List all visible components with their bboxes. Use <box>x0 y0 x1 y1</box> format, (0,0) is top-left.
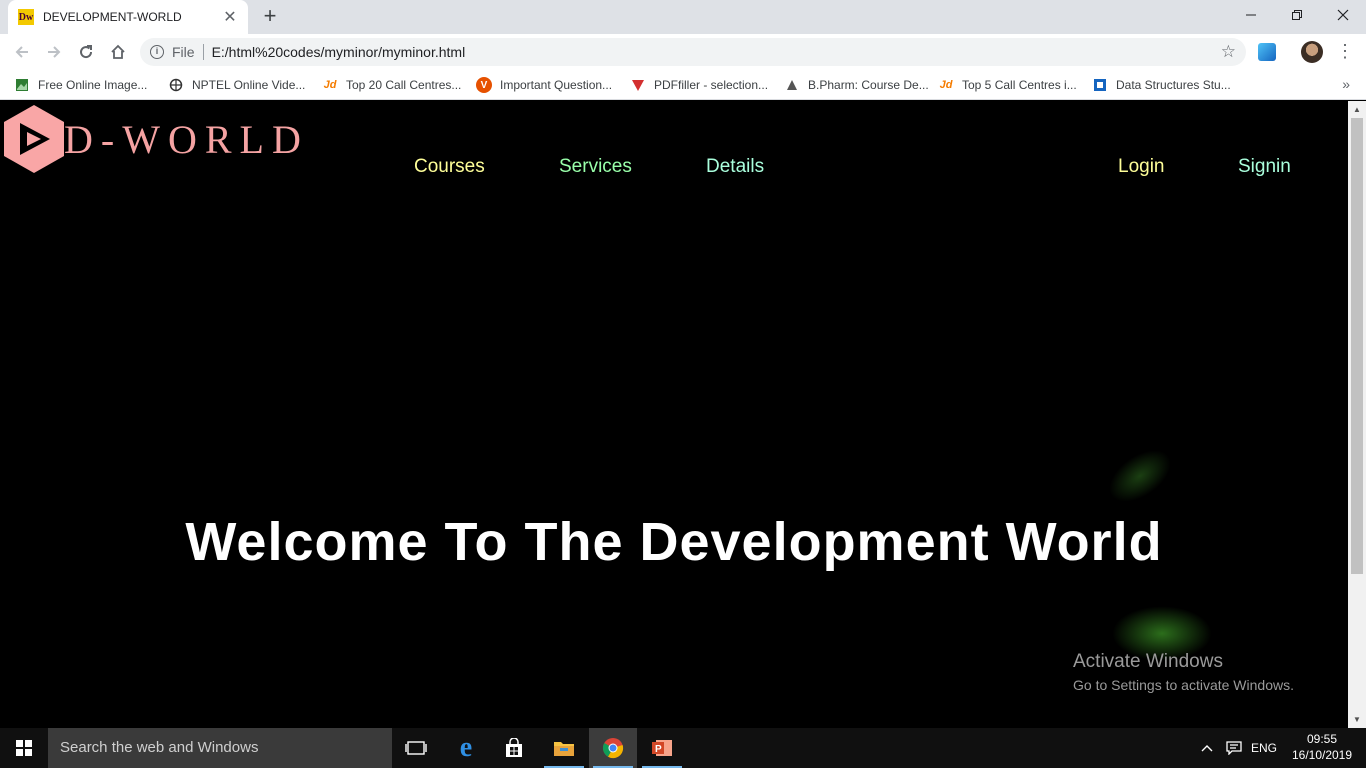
bookmark-label: Important Question... <box>500 78 613 92</box>
page-viewport: D-WORLD Courses Services Details Login S… <box>0 101 1366 728</box>
scrollbar-thumb[interactable] <box>1351 118 1363 574</box>
bookmark-item[interactable]: Data Structures Stu... <box>1092 76 1231 94</box>
bookmark-star-icon[interactable]: ☆ <box>1221 42 1236 62</box>
close-window-icon[interactable] <box>1320 0 1366 30</box>
scroll-down-arrow-icon[interactable]: ▼ <box>1348 711 1366 728</box>
windows-taskbar: Search the web and Windows e P ENG 09:55… <box>0 728 1366 768</box>
extension-icon[interactable] <box>1258 43 1276 61</box>
nav-services-link[interactable]: Services <box>559 156 632 178</box>
taskbar-search-box[interactable]: Search the web and Windows <box>48 728 392 768</box>
menu-kebab-icon[interactable]: ⋮ <box>1336 42 1354 60</box>
bookmark-label: NPTEL Online Vide... <box>192 78 306 92</box>
bookmark-label: PDFfiller - selection... <box>654 78 769 92</box>
login-link[interactable]: Login <box>1118 156 1165 178</box>
nav-courses-link[interactable]: Courses <box>414 156 485 178</box>
address-bar[interactable]: i File E:/html%20codes/myminor/myminor.h… <box>140 38 1246 66</box>
action-center-icon[interactable] <box>1226 728 1242 768</box>
site-info-icon[interactable]: i <box>150 45 164 59</box>
site-logo[interactable]: D-WORLD <box>4 105 309 173</box>
bookmark-item[interactable]: PDFfiller - selection... <box>630 76 768 94</box>
bookmark-item[interactable]: NPTEL Online Vide... <box>168 76 305 94</box>
url-scheme-label: File <box>172 44 195 60</box>
bookmark-label: Free Online Image... <box>38 78 148 92</box>
nptel-icon <box>168 77 184 93</box>
background-glow <box>1099 439 1181 513</box>
v-icon: V <box>476 77 492 93</box>
activate-windows-watermark: Activate Windows Go to Settings to activ… <box>1073 651 1294 693</box>
store-icon[interactable] <box>490 728 538 768</box>
reload-icon[interactable] <box>73 39 99 65</box>
back-arrow-icon[interactable] <box>9 39 35 65</box>
bookmark-item[interactable]: Jd Top 20 Call Centres... <box>322 76 462 94</box>
show-hidden-icons-icon[interactable] <box>1200 728 1214 768</box>
hero-heading: Welcome To The Development World <box>185 512 1163 572</box>
bookmark-label: B.Pharm: Course De... <box>808 78 929 92</box>
vertical-scrollbar[interactable]: ▲ ▼ <box>1348 101 1366 728</box>
bookmark-item[interactable]: V Important Question... <box>476 76 612 94</box>
clock-date: 16/10/2019 <box>1291 748 1353 762</box>
svg-text:P: P <box>655 744 662 755</box>
file-explorer-icon[interactable] <box>540 728 588 768</box>
minimize-icon[interactable] <box>1228 0 1274 30</box>
dreamweaver-favicon-icon: Dw <box>18 9 34 25</box>
url-separator <box>202 44 204 60</box>
url-text[interactable]: E:/html%20codes/myminor/myminor.html <box>212 44 466 60</box>
pdffiller-icon <box>630 77 646 93</box>
edge-browser-icon[interactable]: e <box>442 728 490 768</box>
signin-link[interactable]: Signin <box>1238 156 1291 178</box>
browser-tab[interactable]: Dw DEVELOPMENT-WORLD ✕ <box>8 0 248 34</box>
bookmark-label: Top 20 Call Centres... <box>346 78 462 92</box>
justdial-icon: Jd <box>939 79 953 91</box>
scroll-up-arrow-icon[interactable]: ▲ <box>1348 101 1366 118</box>
forward-arrow-icon[interactable] <box>41 39 67 65</box>
restore-icon[interactable] <box>1274 0 1320 30</box>
bookmark-label: Top 5 Call Centres i... <box>962 78 1077 92</box>
watermark-title: Activate Windows <box>1073 651 1223 672</box>
nav-details-link[interactable]: Details <box>706 156 764 178</box>
input-language[interactable]: ENG <box>1251 728 1277 768</box>
new-tab-button[interactable]: + <box>258 4 282 28</box>
chrome-icon[interactable] <box>589 728 637 768</box>
task-view-icon[interactable] <box>392 728 440 768</box>
taskbar-clock[interactable]: 09:55 16/10/2019 <box>1286 731 1358 763</box>
logo-text: D-WORLD <box>64 116 309 162</box>
bookmark-label: Data Structures Stu... <box>1116 78 1231 92</box>
home-icon[interactable] <box>105 39 131 65</box>
justdial-icon: Jd <box>323 79 337 91</box>
windows-logo-icon <box>16 740 32 756</box>
watermark-subtitle: Go to Settings to activate Windows. <box>1073 677 1294 693</box>
logo-hexagon-icon <box>4 105 64 173</box>
clock-time: 09:55 <box>1306 732 1338 746</box>
powerpoint-icon[interactable]: P <box>638 728 686 768</box>
profile-avatar[interactable] <box>1301 41 1323 63</box>
bookmarks-bar: Free Online Image... NPTEL Online Vide..… <box>0 70 1366 100</box>
start-button[interactable] <box>0 728 48 768</box>
browser-toolbar: i File E:/html%20codes/myminor/myminor.h… <box>0 34 1366 70</box>
ds-icon <box>1092 77 1108 93</box>
image-icon <box>14 77 30 93</box>
bookmark-item[interactable]: Free Online Image... <box>14 76 147 94</box>
close-tab-icon[interactable]: ✕ <box>222 7 238 27</box>
bpharm-icon <box>784 77 800 93</box>
bookmark-item[interactable]: Jd Top 5 Call Centres i... <box>938 76 1077 94</box>
tab-strip: Dw DEVELOPMENT-WORLD ✕ + <box>0 0 1366 34</box>
bookmark-item[interactable]: B.Pharm: Course De... <box>784 76 929 94</box>
tab-title: DEVELOPMENT-WORLD <box>43 10 182 24</box>
more-bookmarks-icon[interactable]: » <box>1342 76 1350 92</box>
